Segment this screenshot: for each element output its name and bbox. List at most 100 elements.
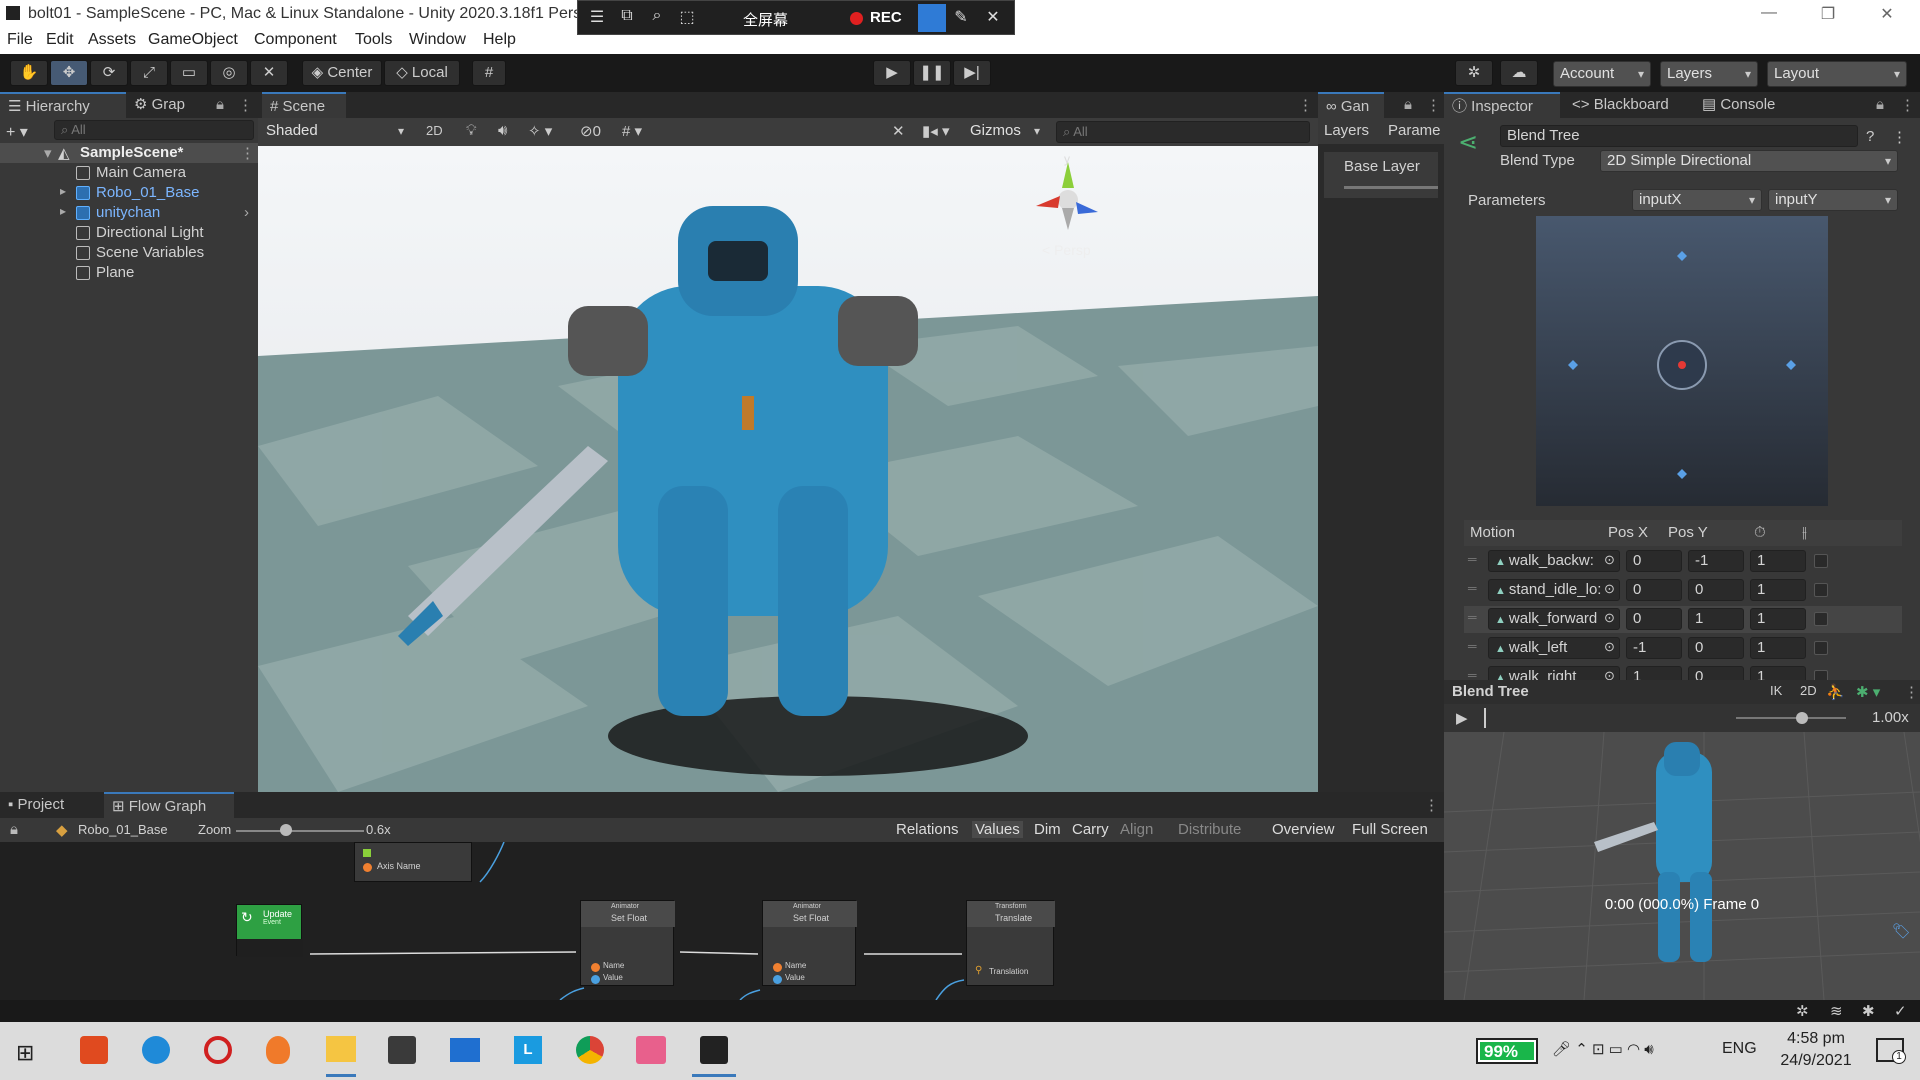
graph-node-setfloat-1[interactable]: Animator Set Float Name Value xyxy=(580,900,675,986)
scene-search-input[interactable]: ⌕ All xyxy=(1056,121,1310,143)
more-menu-icon[interactable]: ⋮ xyxy=(238,96,253,114)
animator-more-icon[interactable]: ⋮ xyxy=(1426,96,1441,114)
motion-speed-input[interactable]: 1 xyxy=(1750,637,1806,659)
motion-clip-field[interactable]: ▲ walk_backw: xyxy=(1488,550,1620,572)
graph-action-distribute[interactable]: Distribute xyxy=(1178,821,1241,838)
flow-graph-canvas[interactable]: Axis Name Update Event ↻ Animator Set Fl… xyxy=(0,842,1444,1000)
hidden-objects-toggle[interactable]: ⊘0 xyxy=(580,122,601,140)
tag-icon[interactable]: 🏷︎ xyxy=(1892,922,1911,940)
graph-node-setfloat-2[interactable]: Animator Set Float Name Value xyxy=(762,900,857,986)
motion-pos-y-input[interactable]: -1 xyxy=(1688,550,1744,572)
param-y-dropdown[interactable]: inputY xyxy=(1768,189,1898,211)
motion-speed-input[interactable]: 1 xyxy=(1750,550,1806,572)
window-icon[interactable]: ⧉ xyxy=(616,7,638,29)
motion-pos-x-input[interactable]: 0 xyxy=(1626,550,1682,572)
speed-slider[interactable] xyxy=(1736,717,1846,719)
chrome-app-icon[interactable] xyxy=(576,1036,604,1064)
drag-handle-icon[interactable]: ═ xyxy=(1468,639,1477,653)
motion-row[interactable]: ═ ▲ walk_forward ⊙ 0 1 1 xyxy=(1464,606,1902,633)
scale-tool-button[interactable]: ⤢ xyxy=(130,60,168,86)
menu-gameobject[interactable]: GameObject xyxy=(148,31,238,49)
account-dropdown[interactable]: Account xyxy=(1553,61,1651,87)
space-local-button[interactable]: ◇ Local xyxy=(384,60,460,86)
unity-app-icon[interactable] xyxy=(700,1036,728,1064)
record-button[interactable]: REC xyxy=(870,9,902,26)
grid-icon[interactable]: # ▾ xyxy=(622,122,642,140)
office-app-icon[interactable] xyxy=(80,1036,108,1064)
blend-graph[interactable] xyxy=(1536,216,1828,506)
shading-dropdown[interactable]: Shaded xyxy=(260,121,410,143)
pen-icon[interactable]: ✎ xyxy=(950,7,972,29)
preview-play-button[interactable]: ▶ xyxy=(1456,709,1468,727)
motion-speed-input[interactable]: 1 xyxy=(1750,608,1806,630)
motion-row[interactable]: ═ ▲ walk_left ⊙ -1 0 1 xyxy=(1464,635,1902,662)
motion-pos-x-input[interactable]: -1 xyxy=(1626,637,1682,659)
clock-date[interactable]: 24/9/2021 xyxy=(1770,1052,1862,1070)
bug-icon[interactable]: ✱ xyxy=(1862,1002,1875,1020)
close-recorder-icon[interactable]: ✕ xyxy=(982,7,1004,29)
tab-parameters[interactable]: Parame xyxy=(1388,122,1441,139)
graph-action-overview[interactable]: Overview xyxy=(1272,821,1335,838)
menu-file[interactable]: File xyxy=(7,31,33,49)
pivot-center-button[interactable]: ◈ Center xyxy=(302,60,382,86)
close-button[interactable]: ✕ xyxy=(1876,4,1898,24)
motion-pos-y-input[interactable]: 0 xyxy=(1688,579,1744,601)
scene-more-icon[interactable]: ⋮ xyxy=(1298,96,1313,114)
menu-component[interactable]: Component xyxy=(254,31,337,49)
menu-help[interactable]: Help xyxy=(483,31,516,49)
pivot-icon[interactable]: ✱ ▾ xyxy=(1856,683,1880,701)
object-picker-icon[interactable]: ⊙ xyxy=(1604,639,1615,655)
motion-row[interactable]: ═ ▲ stand_idle_lo: ⊙ 0 0 1 xyxy=(1464,577,1902,604)
lock-icon[interactable]: 🔒︎ xyxy=(216,96,224,113)
motion-pos-y-input[interactable]: 1 xyxy=(1688,608,1744,630)
mirror-checkbox[interactable] xyxy=(1814,641,1828,655)
graph-action-relations[interactable]: Relations xyxy=(896,821,959,838)
tab-layers[interactable]: Layers xyxy=(1324,122,1369,139)
tools-icon[interactable]: ✕ xyxy=(892,122,905,140)
timeline-cursor[interactable] xyxy=(1484,708,1486,728)
hierarchy-item[interactable]: Scene Variables xyxy=(0,243,258,263)
preview-2d-toggle[interactable]: 2D xyxy=(1800,683,1817,698)
minimize-button[interactable]: — xyxy=(1758,4,1780,24)
windows-start-icon[interactable]: ⊞ xyxy=(16,1040,34,1066)
language-indicator[interactable]: ENG xyxy=(1722,1040,1757,1058)
gizmos-dropdown[interactable]: Gizmos xyxy=(964,121,1046,143)
component-menu-icon[interactable]: ⋮ xyxy=(1892,128,1907,146)
object-picker-icon[interactable]: ⊙ xyxy=(1604,581,1615,597)
graph-node-axis[interactable]: Axis Name xyxy=(354,842,472,882)
object-picker-icon[interactable]: ⊙ xyxy=(1604,610,1615,626)
scene-orientation-gizmo[interactable]: y xyxy=(1028,152,1108,236)
hierarchy-item[interactable]: Main Camera xyxy=(0,163,258,183)
tab-flow-graph[interactable]: ⊞ Flow Graph xyxy=(104,792,234,818)
services-icon[interactable]: ✲ xyxy=(1455,60,1493,86)
preview-more-icon[interactable]: ⋮ xyxy=(1904,683,1919,701)
recorder-app-icon[interactable] xyxy=(204,1036,232,1064)
audio-icon[interactable]: 🔊︎ xyxy=(498,122,507,139)
pause-button[interactable]: ❚❚ xyxy=(913,60,951,86)
motion-pos-x-input[interactable]: 0 xyxy=(1626,608,1682,630)
inspector-more-icon[interactable]: ⋮ xyxy=(1900,96,1915,114)
tab-hierarchy[interactable]: ☰ Hierarchy xyxy=(0,92,126,118)
motion-row[interactable]: ═ ▲ walk_backw: ⊙ 0 -1 1 xyxy=(1464,548,1902,575)
mail-app-icon[interactable] xyxy=(450,1038,480,1062)
bottom-more-icon[interactable]: ⋮ xyxy=(1424,796,1439,814)
rotate-tool-button[interactable]: ⟳ xyxy=(90,60,128,86)
drag-handle-icon[interactable]: ═ xyxy=(1468,610,1477,624)
cloud-icon[interactable]: ☁ xyxy=(1500,60,1538,86)
ik-toggle[interactable]: IK xyxy=(1770,683,1782,698)
hierarchy-item[interactable]: ▸ Robo_01_Base xyxy=(0,183,258,203)
menu-tools[interactable]: Tools xyxy=(355,31,392,49)
effects-icon[interactable]: ✧ ▾ xyxy=(528,122,552,140)
store-app-icon[interactable] xyxy=(388,1036,416,1064)
persp-label[interactable]: < Persp xyxy=(1042,242,1091,258)
layers-dropdown[interactable]: Layers xyxy=(1660,61,1758,87)
check-icon[interactable]: ✓ xyxy=(1894,1002,1907,1020)
animator-lock-icon[interactable]: 🔒︎ xyxy=(1404,96,1412,113)
motion-clip-field[interactable]: ▲ stand_idle_lo: xyxy=(1488,579,1620,601)
expand-arrow-icon[interactable]: ▸ xyxy=(60,184,66,198)
maximize-button[interactable]: ❐ xyxy=(1817,4,1839,24)
clock-time[interactable]: 4:58 pm xyxy=(1776,1030,1856,1048)
paint-app-icon[interactable] xyxy=(266,1036,290,1064)
tab-project[interactable]: ▪ Project xyxy=(0,792,100,818)
grid-snap-button[interactable]: # xyxy=(472,60,506,86)
